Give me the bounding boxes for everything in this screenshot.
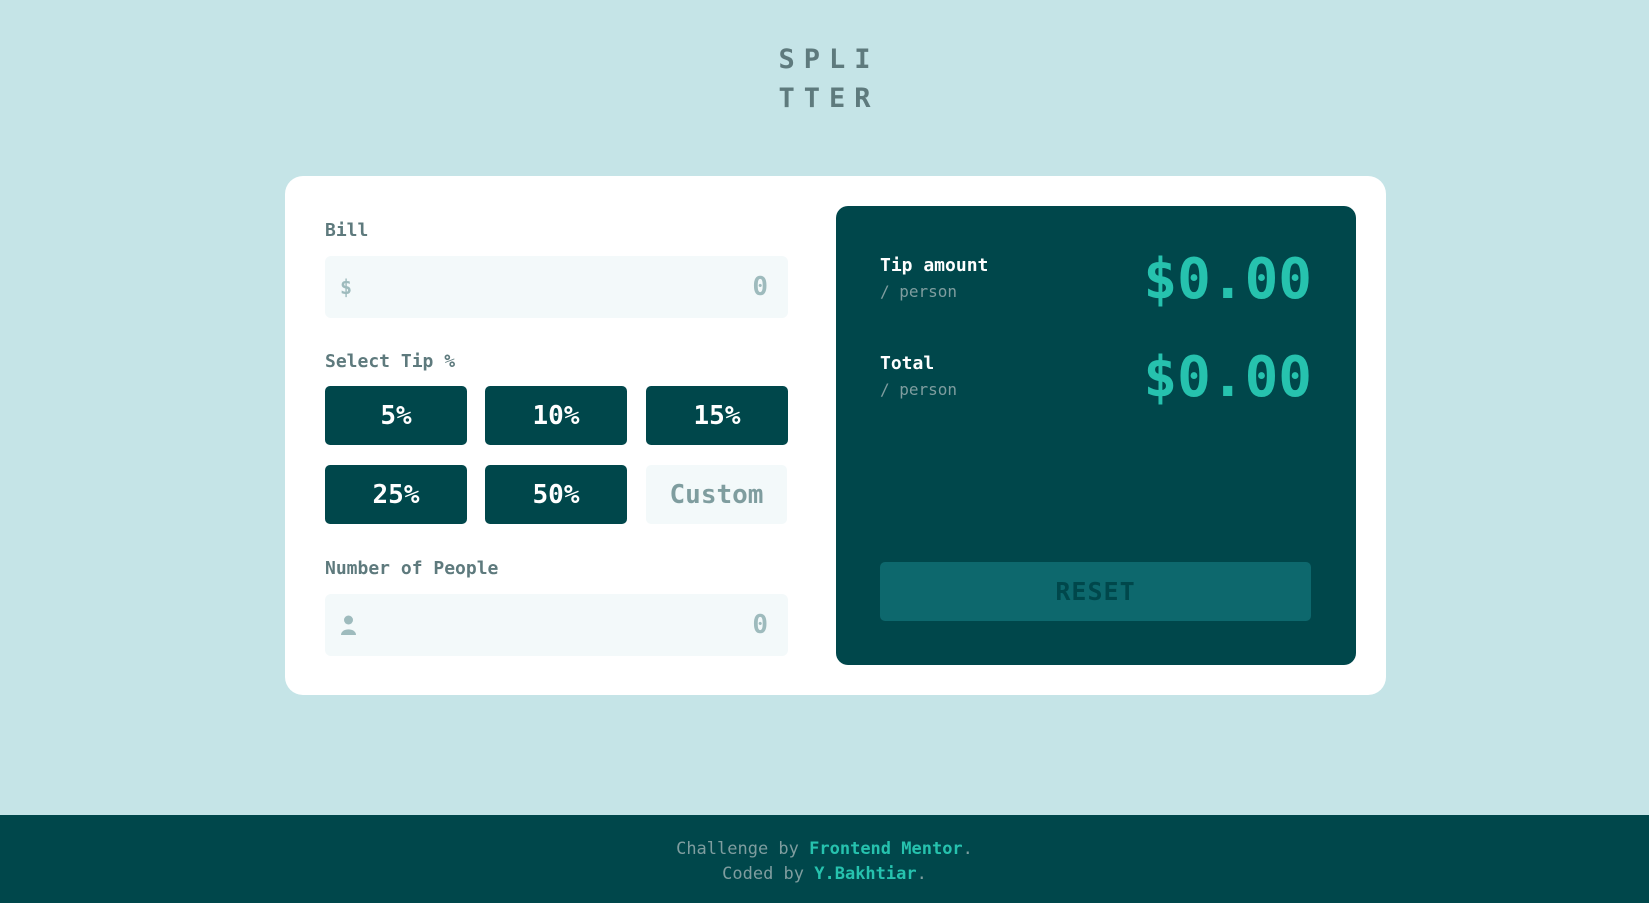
tip-amount-per-person-label: / person [880,282,958,301]
logo: SPLI TTER [0,40,1649,118]
frontend-mentor-link[interactable]: Frontend Mentor [809,839,963,859]
tip-25-button[interactable]: 25% [325,465,467,524]
footer-period-2: . [916,864,927,884]
tip-15-button[interactable]: 15% [646,386,788,445]
results-panel: Tip amount / person $0.00 Total / person… [836,206,1356,665]
footer: Challenge by Frontend Mentor. Coded by Y… [0,815,1649,903]
reset-button[interactable]: RESET [880,562,1311,621]
author-link[interactable]: Y.Bakhtiar [814,864,916,884]
tip-amount-label: Tip amount [880,255,989,276]
bill-label: Bill [325,220,369,241]
tip-5-button[interactable]: 5% [325,386,467,445]
people-label: Number of People [325,558,499,579]
bill-input[interactable] [325,256,788,318]
footer-line-2: Coded by Y.Bakhtiar. [0,862,1649,887]
people-input[interactable] [325,594,788,656]
tip-amount-value: $0.00 [1143,247,1312,312]
tip-50-button[interactable]: 50% [485,465,627,524]
logo-line-2: TTER [778,83,880,114]
custom-tip-input[interactable] [646,465,787,524]
total-value: $0.00 [1143,345,1312,410]
bill-field: $ [325,256,788,318]
people-field [325,594,788,656]
logo-line-1: SPLI [778,44,880,75]
total-label: Total [880,353,935,374]
footer-period-1: . [962,839,973,859]
calculator-card: Bill $ Select Tip % 5% 10% 15% 25% 50% N… [285,176,1386,695]
footer-coded-text: Coded by [722,864,815,884]
total-per-person-label: / person [880,380,958,399]
footer-line-1: Challenge by Frontend Mentor. [0,837,1649,862]
footer-challenge-text: Challenge by [676,839,810,859]
select-tip-label: Select Tip % [325,351,456,372]
tip-10-button[interactable]: 10% [485,386,627,445]
